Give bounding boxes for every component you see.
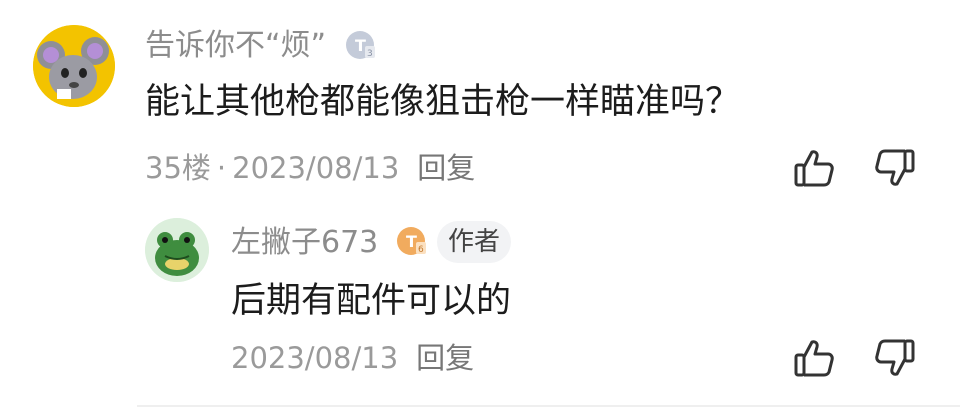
mouse-avatar-icon [33, 25, 115, 107]
level-badge-icon: T 3 [345, 30, 377, 62]
author-tag: 作者 [437, 221, 511, 263]
separator: · [216, 151, 227, 185]
reply-meta: 2023/08/13 回复 [231, 340, 474, 376]
frog-avatar-icon [145, 218, 209, 282]
comment-meta: 35楼 · 2023/08/13 回复 [145, 150, 475, 186]
divider [137, 405, 960, 407]
reply-button[interactable]: 回复 [417, 151, 475, 185]
username[interactable]: 告诉你不“烦” [145, 28, 326, 64]
thumbs-up-icon[interactable] [792, 146, 836, 190]
level-badge-icon: T 6 [396, 226, 428, 258]
comment-date: 2023/08/13 [232, 151, 400, 185]
svg-text:3: 3 [367, 49, 373, 59]
thumbs-down-icon[interactable] [873, 336, 917, 380]
svg-text:T: T [406, 232, 417, 251]
svg-text:T: T [355, 36, 366, 55]
reply-date: 2023/08/13 [231, 341, 399, 375]
reply-button[interactable]: 回复 [416, 341, 474, 375]
reply-text: 后期有配件可以的 [231, 281, 512, 321]
comment-text: 能让其他枪都能像狙击枪一样瞄准吗？ [145, 82, 741, 122]
svg-text:6: 6 [418, 245, 424, 255]
avatar[interactable] [33, 25, 115, 107]
thumbs-up-icon[interactable] [792, 336, 836, 380]
comment-thread: 告诉你不“烦” T 3 能让其他枪都能像狙击枪一样瞄准吗？ 35楼 · 2023/0… [0, 0, 960, 411]
floor-number: 35楼 [145, 151, 211, 185]
thumbs-down-icon[interactable] [873, 146, 917, 190]
username[interactable]: 左撇子673 [231, 225, 378, 261]
avatar[interactable] [145, 218, 209, 282]
